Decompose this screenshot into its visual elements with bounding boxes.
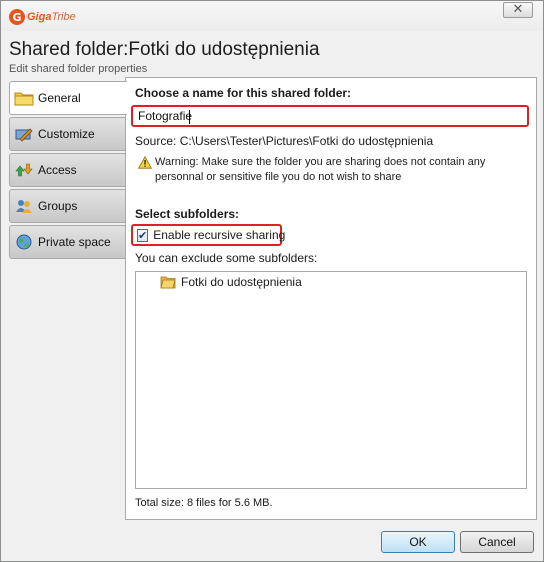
name-label: Choose a name for this shared folder:	[135, 86, 352, 100]
sidebar-item-groups[interactable]: Groups	[9, 189, 129, 223]
logo-name-part2: Tribe	[51, 11, 76, 23]
subfolders-label: Select subfolders:	[135, 207, 240, 221]
shared-folder-dialog: G GigaTribe ✕ Shared folder:Fotki do udo…	[0, 0, 544, 562]
folder-icon	[14, 92, 34, 106]
total-size: Total size: 8 files for 5.6 MB.	[135, 497, 273, 509]
groups-icon	[16, 200, 32, 213]
sidebar-item-label: General	[38, 91, 81, 105]
folder-name-input[interactable]	[133, 107, 527, 125]
text-caret	[189, 110, 190, 124]
sidebar-item-label: Groups	[38, 199, 78, 213]
source-path: Source: C:\Users\Tester\Pictures\Fotki d…	[135, 134, 434, 148]
sidebar-item-general[interactable]: General	[9, 81, 127, 115]
gigatribe-logo: G GigaTribe	[9, 9, 76, 25]
name-field-highlight	[131, 105, 529, 127]
warning-text: Warning: Make sure the folder you are sh…	[155, 156, 486, 183]
warning-icon	[138, 156, 152, 169]
folder-icon	[160, 276, 176, 289]
sidebar-item-private-space[interactable]: Private space	[9, 225, 129, 259]
logo-name-part1: Giga	[27, 11, 52, 23]
sidebar-item-label: Customize	[38, 127, 95, 141]
sidebar-item-label: Access	[38, 163, 77, 177]
recursive-sharing-checkbox[interactable]: ✔	[137, 228, 149, 242]
tree-item-label: Fotki do udostępnienia	[181, 275, 302, 289]
globe-icon	[16, 234, 32, 250]
sidebar-item-customize[interactable]: Customize	[9, 117, 129, 151]
subfolder-tree[interactable]: Fotki do udostępnienia	[135, 271, 527, 489]
sidebar-item-access[interactable]: Access	[9, 153, 129, 187]
exclude-label: You can exclude some subfolders:	[135, 251, 318, 265]
page-subtitle: Edit shared folder properties	[9, 63, 148, 75]
gigatribe-logo-icon: G	[9, 9, 25, 25]
page-title: Shared folder:Fotki do udostępnienia	[9, 39, 320, 60]
brush-icon	[15, 128, 33, 142]
logo-text: GigaTribe	[27, 11, 76, 23]
recursive-sharing-label[interactable]: Enable recursive sharing	[153, 228, 285, 242]
recursive-sharing-highlight: ✔ Enable recursive sharing	[131, 224, 285, 246]
sidebar: General Customize Access Groups Private …	[9, 81, 129, 261]
close-icon[interactable]: ✕	[503, 2, 533, 18]
sidebar-item-label: Private space	[38, 235, 111, 249]
tree-item[interactable]: Fotki do udostępnienia	[160, 275, 302, 289]
checkmark-icon: ✔	[138, 228, 148, 242]
cancel-button[interactable]: Cancel	[460, 531, 534, 553]
dialog-header: Shared folder:Fotki do udostępnienia Edi…	[9, 39, 320, 75]
access-arrows-icon	[15, 163, 33, 177]
warning-message: Warning: Make sure the folder you are sh…	[138, 155, 518, 185]
title-bar: G GigaTribe ✕	[1, 1, 543, 31]
general-panel: Choose a name for this shared folder: So…	[125, 77, 537, 520]
ok-button[interactable]: OK	[381, 531, 455, 553]
